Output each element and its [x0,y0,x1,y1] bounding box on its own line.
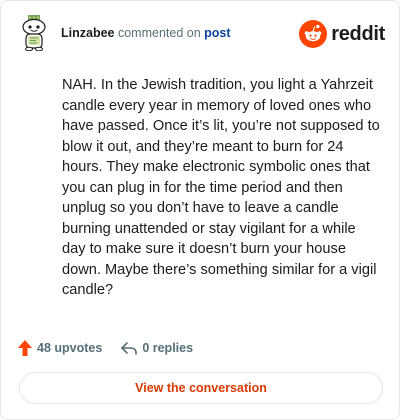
upvotes-stat: 48 upvotes [17,339,102,357]
replies-count: 0 replies [142,341,194,355]
user-avatar[interactable] [17,15,51,52]
reddit-logo[interactable]: reddit [299,20,385,48]
post-link[interactable]: post [204,26,230,40]
snoo-avatar-icon [22,15,46,52]
reply-arrow-icon [121,342,138,355]
reddit-logo-icon [299,20,328,48]
comment-stats: 48 upvotes 0 replies [17,337,211,359]
view-conversation-button[interactable]: View the conversation [19,372,383,404]
comment-header: Linzabee commented on post reddit [17,15,385,55]
comment-body: NAH. In the Jewish tradition, you light … [62,77,380,298]
headline-action-text: commented on [114,26,205,40]
embedded-comment-card: Linzabee commented on post reddit NAH. I… [0,0,400,420]
comment-headline: Linzabee commented on post [61,26,231,40]
upvotes-count: 48 upvotes [37,341,103,355]
replies-stat: 0 replies [120,340,193,356]
upvote-arrow-icon [18,340,32,356]
username-link[interactable]: Linzabee [61,26,115,40]
reddit-wordmark: reddit [331,22,385,45]
